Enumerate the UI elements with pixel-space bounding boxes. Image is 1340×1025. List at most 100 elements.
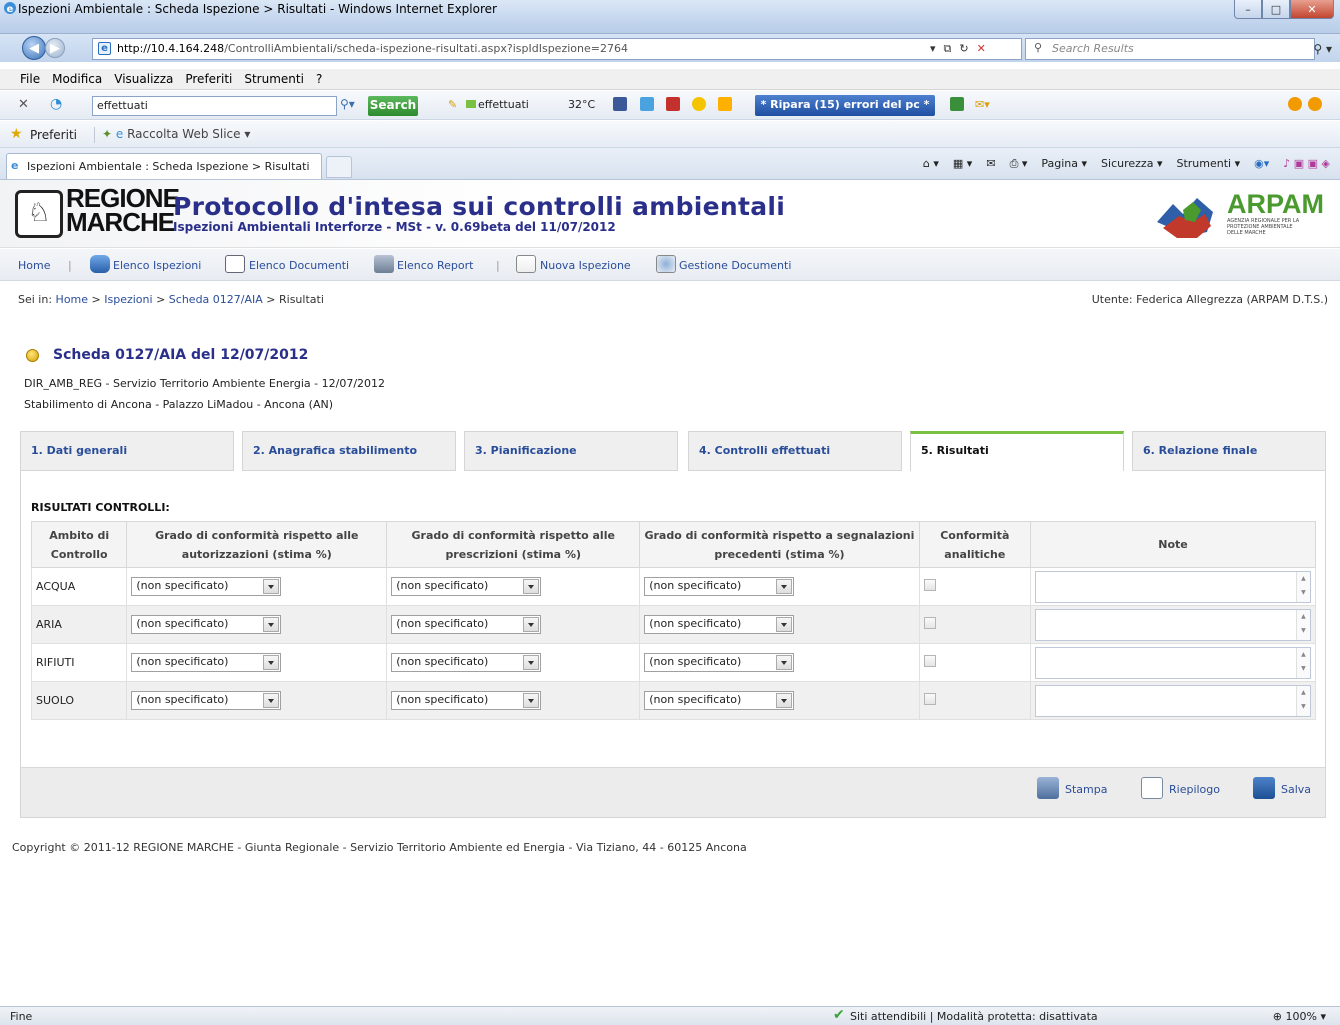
prescrizioni-select[interactable]: (non specificato) [391, 615, 542, 634]
note-textarea[interactable]: ▲ ▼ [1034, 646, 1311, 679]
segnalazioni-select[interactable]: (non specificato) [644, 691, 795, 710]
help-icon[interactable]: ◉▾ [1254, 157, 1269, 171]
print-icon[interactable]: ⎙ ▾ [1010, 157, 1028, 171]
note-textarea[interactable]: ▲ ▼ [1034, 608, 1311, 641]
back-button[interactable]: ◀ [22, 36, 46, 60]
analitiche-checkbox[interactable] [923, 693, 936, 705]
close-window-button[interactable]: ✕ [1290, 0, 1334, 19]
address-bar: ◀ ▶ e http://10.4.164.248/ControlliAmbie… [0, 34, 1340, 62]
nav-elenco-report[interactable]: Elenco Report [397, 259, 473, 272]
web-slice-gallery[interactable]: ✦ e Raccolta Web Slice ▾ [102, 127, 250, 141]
url-path: /ControlliAmbientali/scheda-ispezione-ri… [224, 42, 628, 55]
addon-icons[interactable]: ♪ ▣ ▣ ◈ [1283, 157, 1330, 171]
cmd-strumenti[interactable]: Strumenti ▾ [1176, 157, 1240, 171]
menu-strumenti[interactable]: Strumenti [244, 72, 304, 86]
nav-nuova-ispezione[interactable]: Nuova Ispezione [540, 259, 631, 272]
search-go-icon[interactable]: ⚲ ▾ [1313, 42, 1332, 56]
amazon-icon[interactable] [718, 97, 732, 111]
weather-widget[interactable]: 32°C [568, 98, 595, 111]
autorizzazioni-select[interactable]: (non specificato) [131, 653, 282, 672]
nav-elenco-ispezioni[interactable]: Elenco Ispezioni [113, 259, 201, 272]
youtube-icon[interactable] [666, 97, 680, 111]
segnalazioni-cell: (non specificato) [639, 567, 920, 606]
nav-gestione-documenti[interactable]: Gestione Documenti [679, 259, 791, 272]
menu-file[interactable]: File [20, 72, 40, 86]
dropdown-arrow-icon[interactable]: ▾ [930, 42, 936, 56]
effettuati-highlight[interactable]: effettuati [466, 98, 529, 111]
autorizzazioni-select[interactable]: (non specificato) [131, 615, 282, 634]
note-textarea[interactable]: ▲ ▼ [1034, 570, 1311, 603]
tab-relazione-finale[interactable]: 6. Relazione finale [1132, 431, 1326, 471]
url-field[interactable]: e http://10.4.164.248/ControlliAmbiental… [92, 38, 1022, 60]
security-zone[interactable]: Siti attendibili | Modalità protetta: di… [850, 1010, 1098, 1023]
scrollbar[interactable]: ▲ ▼ [1295, 609, 1310, 640]
tab-risultati[interactable]: 5. Risultati [910, 431, 1124, 471]
autorizzazioni-select[interactable]: (non specificato) [131, 691, 282, 710]
scrollbar[interactable]: ▲ ▼ [1295, 571, 1310, 602]
ambito-cell: SUOLO [30, 681, 128, 720]
nav-home[interactable]: Home [18, 259, 50, 272]
close-toolbar-icon[interactable]: ✕ [18, 97, 29, 112]
tab-dati-generali[interactable]: 1. Dati generali [20, 431, 234, 471]
forward-button[interactable]: ▶ [45, 38, 65, 58]
favorites-button[interactable]: Preferiti [30, 128, 77, 142]
segnalazioni-select[interactable]: (non specificato) [644, 577, 795, 596]
segnalazioni-select[interactable]: (non specificato) [644, 653, 795, 672]
tab-anagrafica-stabilimento[interactable]: 2. Anagrafica stabilimento [242, 431, 456, 471]
favorites-star-icon[interactable]: ★ [10, 126, 23, 142]
analitiche-checkbox[interactable] [923, 617, 936, 629]
feeds-icon[interactable]: ▦ ▾ [953, 157, 972, 171]
toolbar-search-input[interactable]: effettuati [92, 96, 337, 116]
smiley-icon[interactable] [692, 97, 706, 111]
menu-visualizza[interactable]: Visualizza [114, 72, 173, 86]
database-icon [90, 255, 110, 273]
menu-preferiti[interactable]: Preferiti [185, 72, 232, 86]
highlight-icon[interactable]: ✎ [448, 98, 457, 111]
nav-elenco-documenti[interactable]: Elenco Documenti [249, 259, 349, 272]
segnalazioni-select[interactable]: (non specificato) [644, 615, 795, 634]
facebook-icon[interactable] [613, 97, 627, 111]
zoom-level[interactable]: ⊕ 100% ▾ [1273, 1010, 1326, 1023]
read-mail-icon[interactable]: ✉ [986, 157, 995, 171]
refresh-icon[interactable]: ↻ [959, 42, 968, 56]
maximize-button[interactable]: □ [1262, 0, 1290, 19]
breadcrumb-scheda[interactable]: Scheda 0127/AIA [169, 293, 263, 306]
analitiche-checkbox[interactable] [923, 579, 936, 591]
toolbar-app-icon[interactable] [950, 97, 964, 111]
prescrizioni-select[interactable]: (non specificato) [391, 577, 542, 596]
menu-modifica[interactable]: Modifica [52, 72, 102, 86]
salva-button[interactable]: Salva [1253, 777, 1311, 799]
autorizzazioni-select[interactable]: (non specificato) [131, 577, 282, 596]
cmd-sicurezza[interactable]: Sicurezza ▾ [1101, 157, 1162, 171]
tab-controlli-effettuati[interactable]: 4. Controlli effettuati [688, 431, 902, 471]
toolbar-help-icon[interactable] [1308, 97, 1322, 111]
search-field[interactable]: ⚲ Search Results [1025, 38, 1315, 60]
toolbar-search-button[interactable]: Search [368, 96, 418, 116]
scrollbar[interactable]: ▲ ▼ [1295, 685, 1310, 716]
compatibility-icon[interactable]: ⧉ [944, 42, 952, 56]
toolbar-options-icon[interactable] [1288, 97, 1302, 111]
stop-icon[interactable]: ✕ [977, 42, 986, 56]
note-textarea[interactable]: ▲ ▼ [1034, 684, 1311, 717]
breadcrumb-home[interactable]: Home [56, 293, 88, 306]
mail-icon[interactable]: ✉▾ [975, 98, 990, 111]
breadcrumb-ispezioni[interactable]: Ispezioni [104, 293, 152, 306]
twitter-icon[interactable] [640, 97, 654, 111]
chevron-down-icon [523, 655, 540, 670]
home-icon[interactable]: ⌂ ▾ [923, 157, 939, 171]
menu-help[interactable]: ? [316, 72, 322, 86]
cmd-pagina[interactable]: Pagina ▾ [1041, 157, 1087, 171]
analitiche-checkbox[interactable] [923, 655, 936, 667]
scrollbar[interactable]: ▲ ▼ [1295, 647, 1310, 678]
search-dropdown-icon[interactable]: ⚲▾ [340, 97, 355, 111]
ripara-errori-button[interactable]: * Ripara (15) errori del pc * [755, 95, 935, 116]
riepilogo-button[interactable]: Riepilogo [1141, 777, 1220, 799]
tab-pianificazione[interactable]: 3. Pianificazione [464, 431, 678, 471]
user-info: Utente: Federica Allegrezza (ARPAM D.T.S… [1091, 293, 1328, 306]
browser-tab[interactable]: e Ispezioni Ambientale : Scheda Ispezion… [6, 153, 322, 179]
new-tab-button[interactable] [326, 156, 352, 178]
prescrizioni-select[interactable]: (non specificato) [391, 691, 542, 710]
minimize-button[interactable]: – [1234, 0, 1262, 19]
prescrizioni-select[interactable]: (non specificato) [391, 653, 542, 672]
stampa-button[interactable]: Stampa [1037, 777, 1107, 799]
